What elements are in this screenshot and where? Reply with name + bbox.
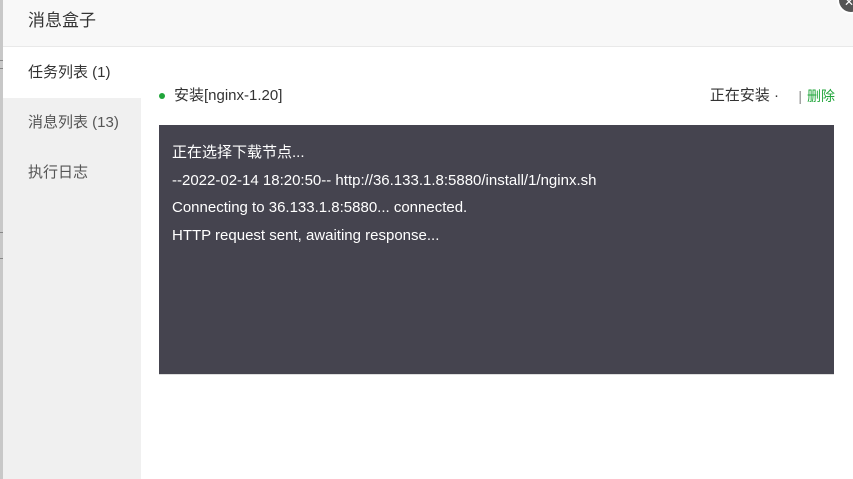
delete-task-link[interactable]: 删除 xyxy=(807,86,835,106)
dialog-header: 消息盒子 xyxy=(3,0,853,47)
task-panel: 安装[nginx-1.20] 正在安装 · | 删除 正在选择下载节点... -… xyxy=(141,48,853,479)
console-line: 正在选择下载节点... xyxy=(172,144,305,161)
tab-task-list[interactable]: 任务列表 (1) xyxy=(3,48,141,98)
task-item: 安装[nginx-1.20] 正在安装 · | 删除 xyxy=(159,86,835,106)
console-line: HTTP request sent, awaiting response... xyxy=(172,226,440,244)
tab-execution-log[interactable]: 执行日志 xyxy=(3,148,141,198)
task-name: 安装[nginx-1.20] xyxy=(174,87,283,104)
console-line: Connecting to 36.133.1.8:5880... connect… xyxy=(172,199,468,216)
install-log-console[interactable]: 正在选择下载节点... --2022-02-14 18:20:50-- http… xyxy=(159,125,834,375)
status-dot-icon xyxy=(159,93,165,99)
close-icon: ✕ xyxy=(844,0,853,9)
tab-message-list[interactable]: 消息列表 (13) xyxy=(3,98,141,148)
dialog-title: 消息盒子 xyxy=(28,11,96,30)
message-box-dialog: 消息盒子 ✕ 任务列表 (1) 消息列表 (13) 执行日志 安装[nginx-… xyxy=(0,0,853,479)
task-status: 正在安装 · xyxy=(709,87,779,104)
sidebar: 任务列表 (1) 消息列表 (13) 执行日志 xyxy=(3,48,141,479)
task-separator: | xyxy=(798,88,802,104)
console-line: --2022-02-14 18:20:50-- http://36.133.1.… xyxy=(172,171,597,189)
